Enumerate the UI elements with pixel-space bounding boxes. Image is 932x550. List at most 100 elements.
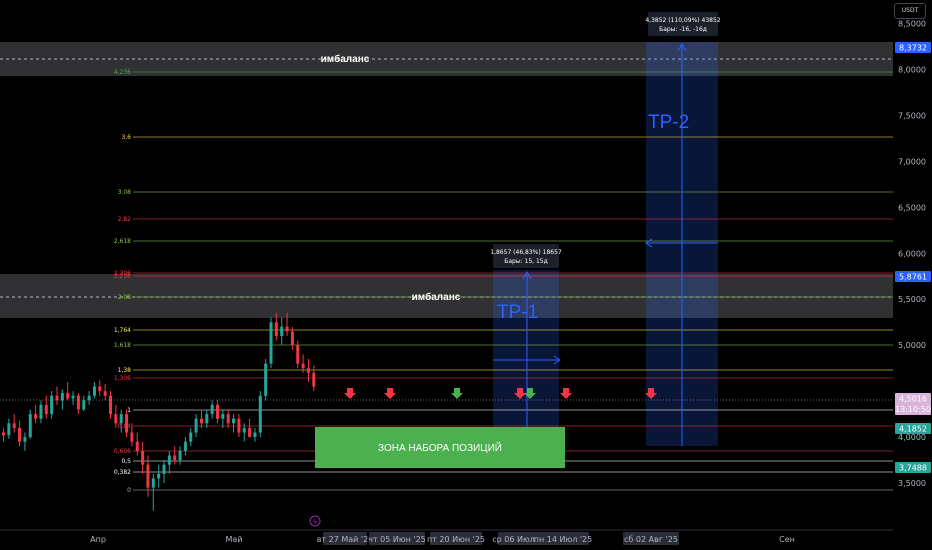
candle-body xyxy=(66,393,70,399)
candle-body xyxy=(7,423,11,436)
sell-arrow-icon xyxy=(384,388,396,399)
month-label: Апр xyxy=(90,535,106,544)
candle-body xyxy=(157,473,161,479)
candle-body xyxy=(210,404,214,415)
candle-body xyxy=(141,450,145,465)
candle-body xyxy=(76,395,80,410)
highlighted-date-label: вт 27 Май '25 xyxy=(317,535,374,544)
currency-selector[interactable]: USDT xyxy=(894,3,926,19)
price-tag-label: 4,1852 xyxy=(899,425,927,434)
candle-body xyxy=(264,363,268,396)
fib-level-label: 0,382 xyxy=(114,469,131,476)
highlighted-date-label: сб 02 Авг '25 xyxy=(624,535,678,544)
price-tick-label: 4,0000 xyxy=(898,433,926,442)
candle-body xyxy=(60,393,64,401)
price-tag-label: 8,3732 xyxy=(899,44,927,53)
candle-body xyxy=(44,404,48,415)
candle-body xyxy=(109,395,112,415)
candle-body xyxy=(237,418,241,433)
candle-body xyxy=(194,418,198,433)
candle-body xyxy=(18,427,22,442)
highlighted-date-label: пн 14 Июл '25 xyxy=(534,535,592,544)
price-tick-label: 6,5000 xyxy=(898,203,926,212)
candle-body xyxy=(253,432,257,438)
candle-body xyxy=(12,423,16,428)
buy-arrow-icon xyxy=(451,388,463,399)
price-tag-label: 5,8761 xyxy=(899,273,927,282)
fib-level-label: 2.82 xyxy=(118,216,132,223)
tp1-measure-line1: 1,8657 (46,83%) 18657 xyxy=(490,249,562,256)
fib-level-label: 1,306 xyxy=(114,375,131,382)
candle-body xyxy=(232,418,236,424)
candle-body xyxy=(216,404,219,419)
price-tick-label: 5,0000 xyxy=(898,341,926,350)
tp2-measure-line1: 4,3852 (110,09%) 43852 xyxy=(645,17,720,24)
price-tag-label: 4,5016 xyxy=(899,395,927,404)
sell-arrow-icon xyxy=(560,388,572,399)
candle-body xyxy=(55,395,59,401)
price-chart[interactable]: 4,2363,63.082.822,6182,3062,2362.081,764… xyxy=(0,0,932,550)
candle-body xyxy=(162,464,166,474)
candle-body xyxy=(248,427,252,438)
price-axis[interactable]: 3,5000 4,0000 5,0000 5,5000 6,0000 6,5000 7,00… xyxy=(898,20,926,489)
price-tag-label: 3,7488 xyxy=(899,464,927,473)
candle-body xyxy=(92,386,96,396)
candle-body xyxy=(2,432,5,436)
candle-body xyxy=(274,322,278,336)
fib-level-label: 3,6 xyxy=(121,134,131,141)
fib-level-label: 3.08 xyxy=(118,189,132,196)
candle-body xyxy=(199,418,203,424)
candle-body xyxy=(285,326,289,332)
candle-body xyxy=(167,455,171,465)
candle-body xyxy=(135,441,139,451)
candle-body xyxy=(34,414,38,419)
candle-body xyxy=(151,478,155,488)
candle-body xyxy=(183,441,187,451)
fib-level-label: 0,84 xyxy=(118,423,132,430)
candle-body xyxy=(290,331,294,346)
candlestick-series xyxy=(2,313,316,511)
candle-body xyxy=(39,404,43,419)
price-tick-label: 7,5000 xyxy=(898,111,926,120)
candle-body xyxy=(312,372,316,387)
sell-arrow-icon xyxy=(344,388,356,399)
candle-body xyxy=(71,395,75,399)
candle-body xyxy=(114,414,118,424)
tp1-label: TP-1 xyxy=(497,302,538,323)
candle-body xyxy=(28,414,32,438)
imbalance-top-label: имбаланс xyxy=(321,53,370,65)
fib-level-label: 0 xyxy=(127,487,131,494)
candle-body xyxy=(87,395,91,401)
fib-level-label: 2,618 xyxy=(114,238,131,245)
accumulation-zone-label: ЗОНА НАБОРА ПОЗИЦИЙ xyxy=(378,441,502,454)
lightning-glyph: ϟ xyxy=(313,518,318,526)
fib-level-label: 1,618 xyxy=(114,342,131,349)
candle-body xyxy=(189,432,193,442)
tp1-projection-box[interactable] xyxy=(493,270,559,427)
candle-body xyxy=(205,414,209,424)
candle-body xyxy=(296,345,300,364)
candle-body xyxy=(221,414,225,419)
price-tick-label: 7,0000 xyxy=(898,157,926,166)
imbalance-mid-label: имбаланс xyxy=(412,291,461,303)
candle-body xyxy=(130,432,134,442)
highlighted-date-label: чт 05 Июн '25 xyxy=(368,535,426,544)
candle-body xyxy=(125,414,129,433)
candle-body xyxy=(226,414,230,424)
month-label: Май xyxy=(225,535,242,544)
month-label: Сен xyxy=(779,535,795,544)
fib-level-label: 0,5 xyxy=(121,458,131,465)
fib-level-label: 2,236 xyxy=(114,273,131,280)
price-tag-countdown: 13:10:50 xyxy=(895,405,931,414)
candle-body xyxy=(242,427,246,433)
price-tick-label: 5,5000 xyxy=(898,295,926,304)
price-tick-label: 6,0000 xyxy=(898,249,926,258)
candle-body xyxy=(98,386,102,392)
fib-level-label: 1,764 xyxy=(114,327,131,334)
candle-body xyxy=(258,395,262,433)
price-tick-label: 8,0000 xyxy=(898,66,926,75)
candle-body xyxy=(269,322,273,364)
candle-body xyxy=(301,363,305,369)
candle-body xyxy=(119,414,123,424)
date-axis[interactable]: Апр Май Сен вт 27 Май '25чт 05 Июн '25 пт 20… xyxy=(90,532,795,545)
